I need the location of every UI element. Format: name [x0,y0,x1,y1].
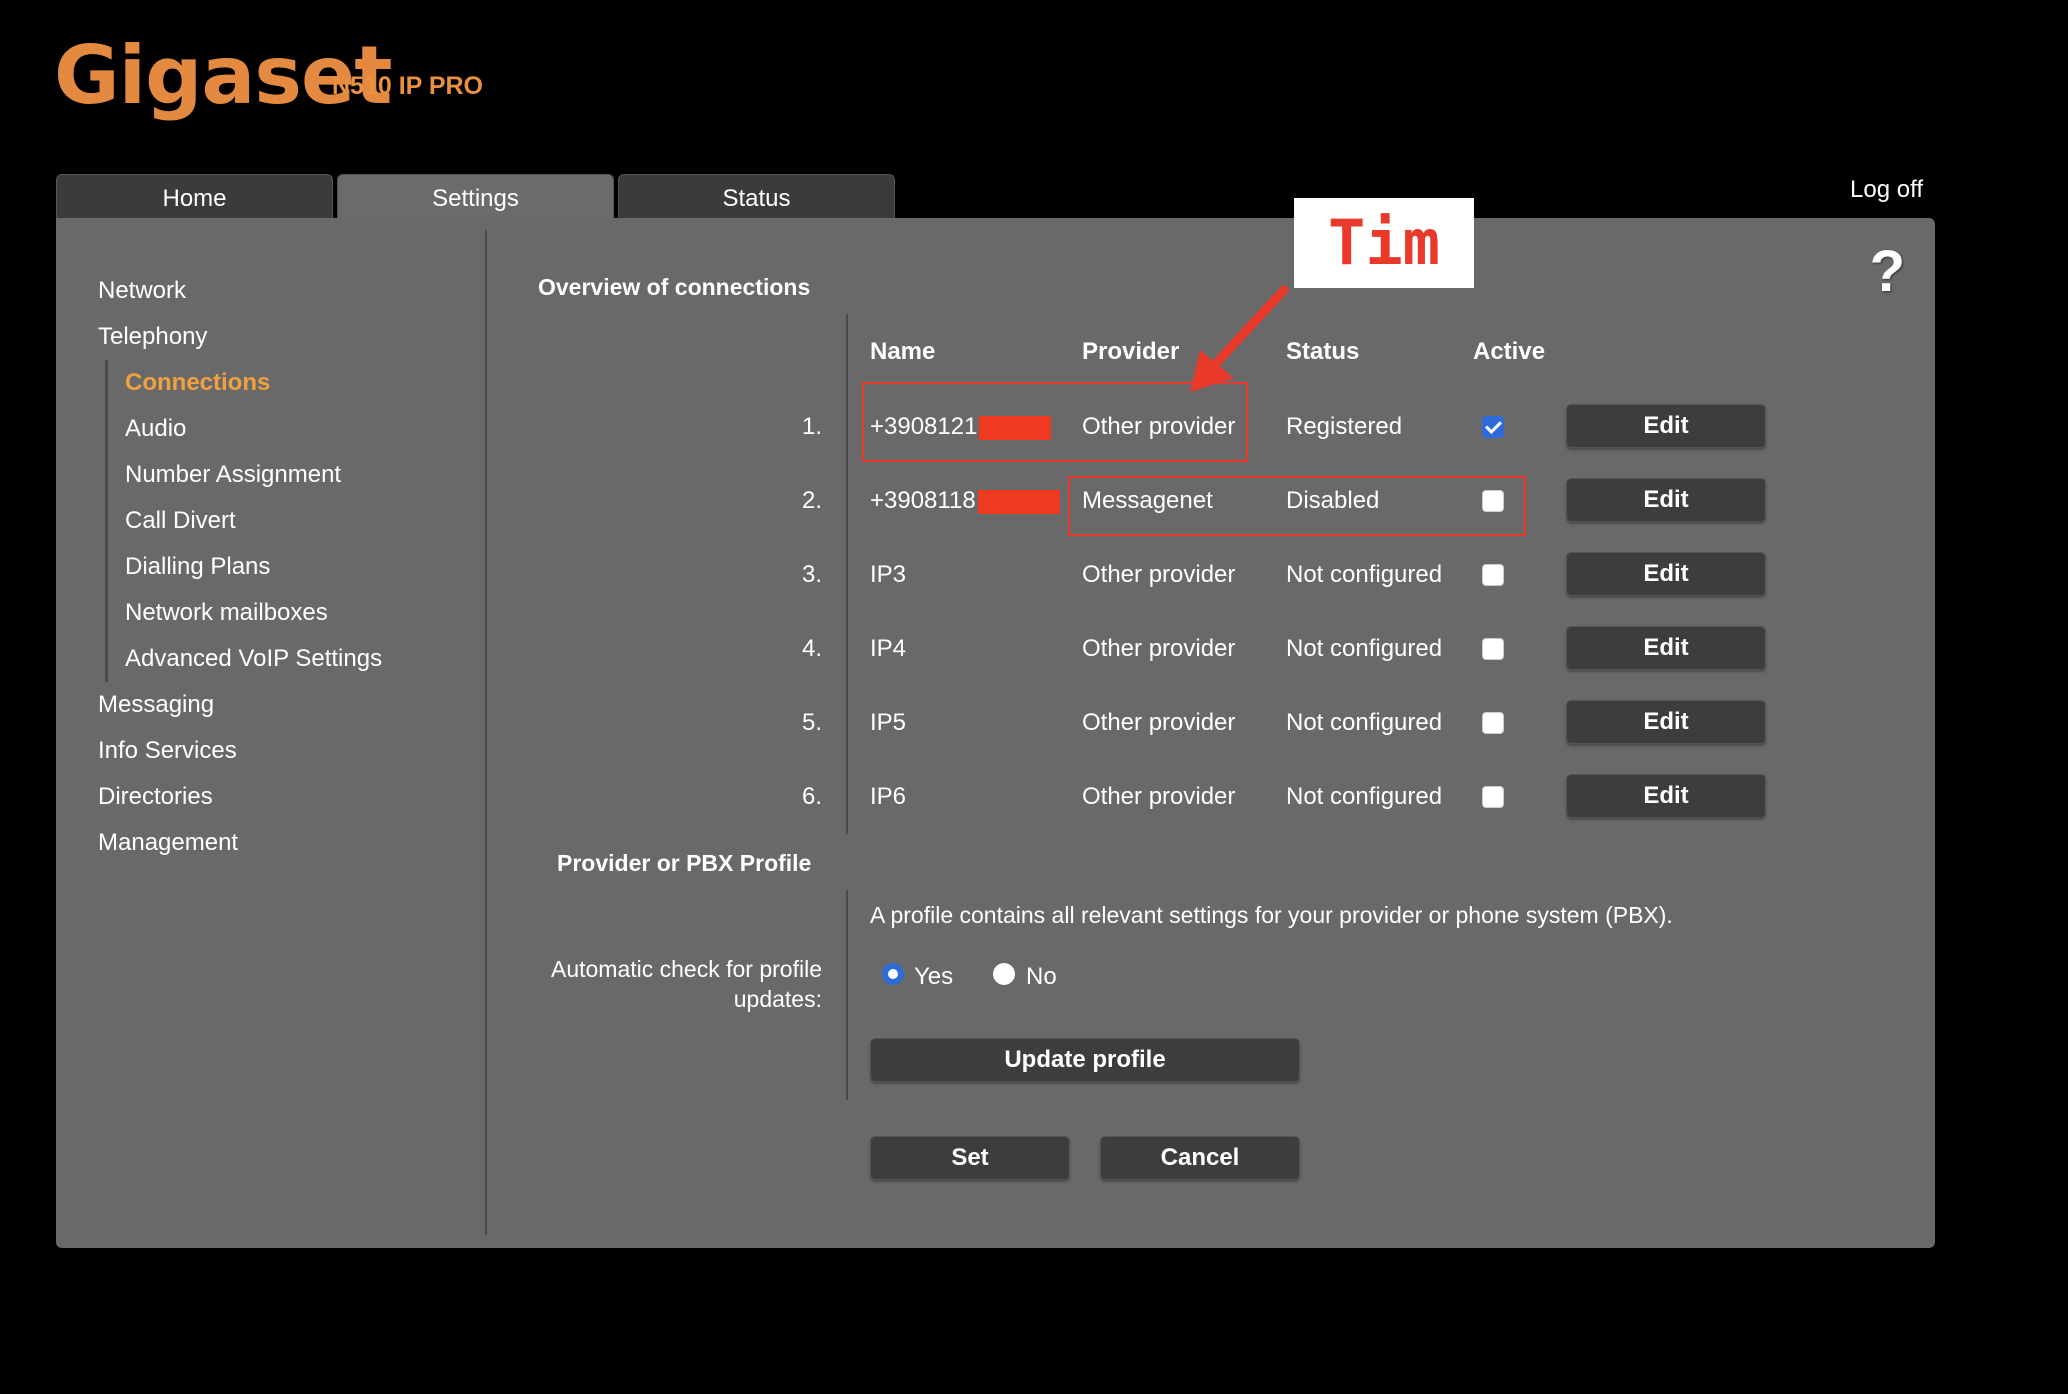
main-tabs: Home Settings Status [56,174,895,218]
radio-no-label: No [1026,963,1057,990]
row-number: 6. [801,783,822,810]
connection-provider: Other provider [1082,783,1236,810]
connection-name: +3908118 [870,487,1060,515]
auto-check-label-line1: Automatic check for profile [550,956,822,982]
active-checkbox[interactable] [1482,638,1504,660]
connection-provider: Other provider [1082,635,1236,662]
update-profile-button[interactable]: Update profile [870,1038,1300,1082]
tab-status[interactable]: Status [618,174,895,218]
sidebar-item-connections[interactable]: Connections [125,360,498,406]
row-number: 2. [801,487,822,514]
annotation-highlight-row2 [1068,476,1526,536]
telephony-subnav: Connections Audio Number Assignment Call… [105,360,498,682]
set-button[interactable]: Set [870,1136,1070,1180]
device-model: N510 IP PRO [332,72,484,100]
sidebar-item-audio[interactable]: Audio [125,406,498,452]
connection-name: IP5 [870,709,907,736]
connection-name: IP4 [870,635,907,662]
profile-divider [846,890,848,1100]
connection-provider: Other provider [1082,561,1236,588]
auto-check-label-line2: updates: [733,986,822,1012]
row-number: 1. [801,413,822,440]
sidebar-nav: Network Telephony Connections Audio Numb… [98,268,498,866]
connection-status: Not configured [1286,561,1443,588]
edit-button[interactable]: Edit [1566,774,1766,818]
sidebar-item-advanced-voip[interactable]: Advanced VoIP Settings [125,636,498,682]
profile-description: A profile contains all relevant settings… [870,902,1673,928]
active-checkbox[interactable] [1482,712,1504,734]
cancel-button[interactable]: Cancel [1100,1136,1300,1180]
edit-button[interactable]: Edit [1566,626,1766,670]
sidebar-item-network-mailboxes[interactable]: Network mailboxes [125,590,498,636]
active-checkbox[interactable] [1482,786,1504,808]
edit-button[interactable]: Edit [1566,478,1766,522]
sidebar-item-call-divert[interactable]: Call Divert [125,498,498,544]
tab-settings[interactable]: Settings [337,174,614,218]
connection-status: Not configured [1286,783,1443,810]
connection-name: IP6 [870,783,907,810]
tab-home[interactable]: Home [56,174,333,218]
sidebar-item-number-assignment[interactable]: Number Assignment [125,452,498,498]
sidebar-item-directories[interactable]: Directories [98,774,498,820]
col-header-name: Name [870,338,936,365]
sidebar-item-dialling-plans[interactable]: Dialling Plans [125,544,498,590]
sidebar-divider [485,230,487,1235]
sidebar-item-messaging[interactable]: Messaging [98,682,498,728]
connection-status: Registered [1286,413,1403,440]
active-checkbox[interactable] [1482,564,1504,586]
active-checkbox[interactable] [1482,416,1504,438]
col-header-provider: Provider [1082,338,1180,365]
radio-no[interactable] [993,963,1015,985]
edit-button[interactable]: Edit [1566,552,1766,596]
connection-status: Not configured [1286,709,1443,736]
help-icon[interactable]: ? [1870,238,1905,305]
annotation-arrow-icon [1190,285,1289,392]
connection-status: Not configured [1286,635,1443,662]
profile-title: Provider or PBX Profile [557,850,812,876]
connections-divider [846,314,848,834]
radio-yes[interactable] [882,963,904,985]
settings-panel: ? Network Telephony Connections Audio Nu… [56,218,1935,1248]
logoff-link[interactable]: Log off [1850,176,1923,204]
row-number: 3. [801,561,822,588]
col-header-active: Active [1473,338,1546,365]
redaction-mark [977,489,1060,514]
row-number: 4. [801,635,822,662]
sidebar-item-network[interactable]: Network [98,268,498,314]
connection-name: IP3 [870,561,907,588]
radio-yes-label: Yes [914,963,954,990]
sidebar-item-management[interactable]: Management [98,820,498,866]
edit-button[interactable]: Edit [1566,404,1766,448]
connection-provider: Other provider [1082,709,1236,736]
connections-title: Overview of connections [538,274,811,300]
row-number: 5. [801,709,822,736]
sidebar-item-telephony[interactable]: Telephony [98,314,498,360]
sidebar-item-info-services[interactable]: Info Services [98,728,498,774]
annotation-label: Tim [1294,198,1474,288]
edit-button[interactable]: Edit [1566,700,1766,744]
